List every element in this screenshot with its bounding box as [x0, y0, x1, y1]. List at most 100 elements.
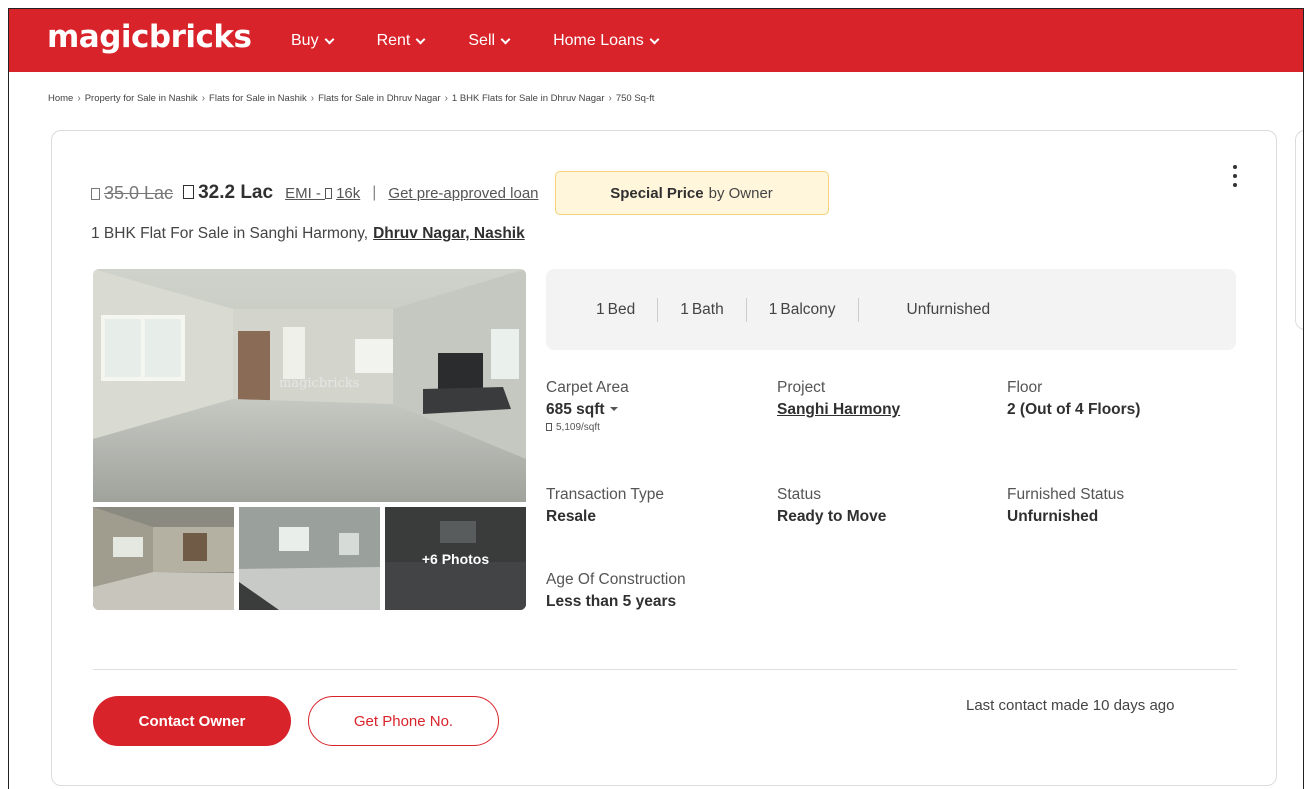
project-link[interactable]: Sanghi Harmony: [777, 401, 900, 419]
special-price-badge: Special Price by Owner: [554, 171, 829, 215]
special-price-owner: by Owner: [708, 184, 773, 202]
nav-rent[interactable]: Rent: [376, 32, 426, 50]
old-price-value: 35.0 Lac: [104, 182, 174, 203]
carpet-area-label: Carpet Area: [546, 379, 629, 396]
caret-down-icon[interactable]: [609, 407, 618, 411]
chevron-down-icon: [500, 34, 511, 44]
current-price-value: 32.2 Lac: [198, 182, 274, 203]
bath-label: Bath: [691, 300, 724, 318]
last-contact-text: Last contact made 10 days ago: [966, 697, 1175, 714]
summary-furnishing: Unfurnished: [907, 301, 991, 319]
bed-label: Bed: [607, 300, 636, 318]
carpet-area-value: 685 sqft: [546, 401, 629, 419]
price-per-sqft-value: 5,109/sqft: [556, 422, 600, 433]
pre-approved-loan-link[interactable]: Get pre-approved loan: [388, 185, 538, 202]
contact-owner-button[interactable]: Contact Owner: [93, 696, 291, 746]
breadcrumb-flats-nashik[interactable]: Flats for Sale in Nashik: [209, 93, 307, 104]
project-label: Project: [777, 379, 826, 396]
breadcrumb-separator-icon: ›: [444, 93, 448, 104]
summary-divider: [745, 297, 747, 322]
breadcrumb-separator-icon: ›: [77, 93, 81, 104]
nav-rent-label: Rent: [376, 32, 411, 49]
top-navigation-bar: magicbricks Buy Rent Sell Home Loans: [9, 9, 1303, 72]
detail-floor: Floor 2 (Out of 4 Floors): [1007, 379, 1140, 419]
emi-link[interactable]: EMI - 16k: [285, 185, 360, 202]
property-card: 35.0 Lac 32.2 Lac EMI - 16k | Get pre-ap…: [51, 130, 1277, 786]
summary-bed: 1 Bed: [596, 301, 635, 319]
thumbnail-image: [93, 507, 234, 610]
breadcrumb-current: 750 Sq-ft: [615, 93, 655, 104]
floor-label: Floor: [1007, 379, 1043, 396]
breadcrumb: Home › Property for Sale in Nashik › Fla…: [48, 93, 654, 104]
nav-buy-label: Buy: [291, 32, 319, 49]
get-phone-button[interactable]: Get Phone No.: [308, 696, 499, 746]
breadcrumb-1bhk-dhruv-nagar[interactable]: 1 BHK Flats for Sale in Dhruv Nagar: [452, 93, 605, 104]
special-price-label: Special Price: [610, 184, 704, 202]
card-divider: [93, 669, 1237, 670]
rupee-icon: [183, 185, 195, 199]
old-price: 35.0 Lac: [91, 183, 173, 204]
summary-divider: [857, 297, 859, 322]
furnishing-label: Unfurnished: [906, 300, 991, 318]
furnished-status-label: Furnished Status: [1007, 486, 1125, 503]
more-options-icon[interactable]: [1232, 165, 1238, 191]
floor-value: 2 (Out of 4 Floors): [1007, 401, 1141, 418]
rupee-icon: [546, 423, 552, 431]
photo-watermark: magicbricks: [279, 376, 359, 391]
nav-home-loans[interactable]: Home Loans: [553, 32, 660, 50]
transaction-label: Transaction Type: [546, 486, 665, 503]
summary-bath: 1 Bath: [680, 301, 724, 319]
age-value: Less than 5 years: [546, 593, 677, 610]
breadcrumb-separator-icon: ›: [310, 93, 315, 104]
breadcrumb-home[interactable]: Home: [48, 93, 73, 104]
summary-divider: [657, 297, 659, 322]
main-nav: Buy Rent Sell Home Loans: [291, 32, 702, 50]
breadcrumb-separator-icon: ›: [608, 93, 612, 104]
status-label: Status: [777, 486, 821, 503]
price-per-sqft: 5,109/sqft: [546, 422, 629, 433]
current-price: 32.2 Lac: [183, 182, 273, 204]
rupee-icon: [91, 187, 100, 200]
listing-title-text[interactable]: 1 BHK Flat For Sale in Sanghi Harmony,: [91, 225, 368, 242]
nav-home-loans-label: Home Loans: [553, 32, 644, 49]
transaction-value: Resale: [546, 508, 596, 525]
detail-furnished-status: Furnished Status Unfurnished: [1007, 486, 1124, 526]
photo-thumbnail-3[interactable]: +6 Photos: [385, 507, 526, 610]
separator: |: [372, 184, 377, 201]
detail-age-of-construction: Age Of Construction Less than 5 years: [546, 571, 686, 611]
rupee-icon: [325, 187, 333, 199]
emi-value: 16k: [336, 184, 361, 202]
breadcrumb-property-nashik[interactable]: Property for Sale in Nashik: [85, 93, 198, 104]
balcony-label: Balcony: [780, 300, 836, 318]
nav-sell[interactable]: Sell: [468, 32, 511, 50]
detail-carpet-area: Carpet Area 685 sqft 5,109/sqft: [546, 379, 629, 433]
photo-thumbnail-2[interactable]: [239, 507, 380, 610]
photo-thumbnail-1[interactable]: [93, 507, 234, 610]
bath-count: 1: [680, 300, 689, 318]
breadcrumb-separator-icon: ›: [201, 93, 206, 104]
thumbnail-image: [239, 507, 380, 610]
status-value: Ready to Move: [777, 508, 887, 525]
summary-balcony: 1 Balcony: [769, 301, 836, 319]
nav-buy[interactable]: Buy: [291, 32, 335, 50]
nav-sell-label: Sell: [468, 32, 496, 49]
age-label: Age Of Construction: [546, 571, 686, 588]
bed-count: 1: [596, 300, 605, 318]
property-summary: 1 Bed 1 Bath 1 Balcony Unfurnished: [546, 269, 1236, 350]
chevron-down-icon: [649, 34, 660, 44]
side-card-edge: [1295, 130, 1303, 330]
listing-location-link[interactable]: Dhruv Nagar, Nashik: [373, 225, 525, 242]
balcony-count: 1: [768, 300, 778, 318]
main-photo[interactable]: magicbricks: [93, 269, 526, 502]
detail-status: Status Ready to Move: [777, 486, 886, 526]
room-photo-image: magicbricks: [93, 269, 526, 502]
chevron-down-icon: [324, 34, 335, 44]
breadcrumb-flats-dhruv-nagar[interactable]: Flats for Sale in Dhruv Nagar: [318, 93, 441, 104]
detail-transaction: Transaction Type Resale: [546, 486, 664, 526]
emi-prefix: EMI -: [285, 184, 326, 202]
carpet-area-text: 685 sqft: [546, 401, 605, 418]
page-frame: magicbricks Buy Rent Sell Home Loans Hom…: [8, 8, 1304, 789]
more-photos-overlay[interactable]: +6 Photos: [385, 507, 526, 610]
listing-title: 1 BHK Flat For Sale in Sanghi Harmony, Dh…: [91, 225, 525, 243]
magicbricks-logo[interactable]: magicbricks: [47, 19, 252, 55]
